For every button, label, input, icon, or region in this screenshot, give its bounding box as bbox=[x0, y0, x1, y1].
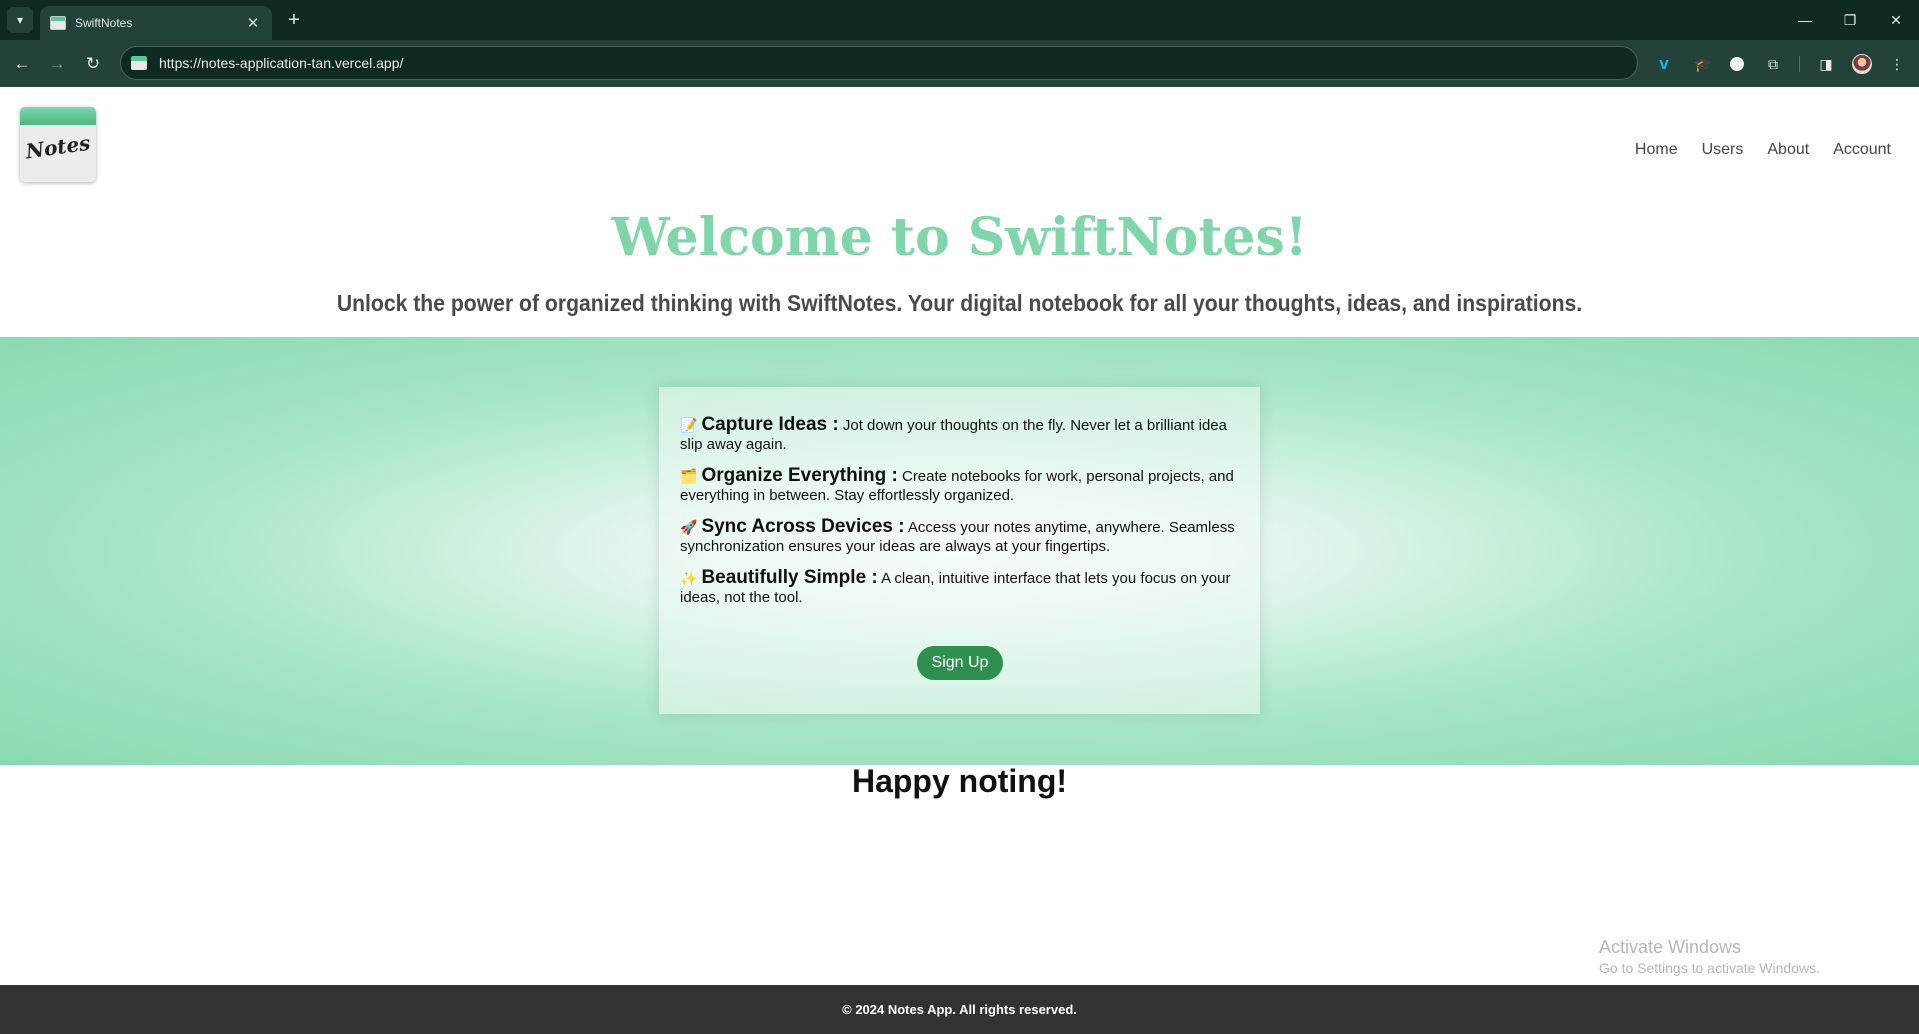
nav-users-link[interactable]: Users bbox=[1702, 141, 1744, 159]
feature-organize-everything: 🗂️ Organize Everything : Create notebooks… bbox=[680, 466, 1240, 505]
close-icon[interactable]: ✕ bbox=[244, 14, 262, 32]
windows-activation-watermark: Activate Windows Go to Settings to activ… bbox=[1599, 937, 1820, 976]
side-panel-icon[interactable]: ◨ bbox=[1815, 53, 1837, 75]
watermark-subtitle: Go to Settings to activate Windows. bbox=[1599, 960, 1820, 976]
plus-icon[interactable]: + bbox=[282, 8, 306, 32]
browser-tab[interactable]: SwiftNotes ✕ bbox=[40, 6, 272, 40]
browser-toolbar: ← → ↻ https://notes-application-tan.verc… bbox=[0, 40, 1919, 87]
feature-title: Beautifully Simple : bbox=[701, 567, 878, 588]
address-bar[interactable]: https://notes-application-tan.vercel.app… bbox=[120, 46, 1638, 80]
nav-account-link[interactable]: Account bbox=[1833, 141, 1891, 159]
arrow-left-icon[interactable]: ← bbox=[9, 51, 35, 77]
closing-message: Happy noting! bbox=[851, 763, 1068, 799]
toolbar-divider bbox=[1799, 56, 1800, 72]
site-info-icon[interactable] bbox=[131, 56, 147, 70]
sign-up-button[interactable]: Sign Up bbox=[917, 646, 1003, 680]
watermark-title: Activate Windows bbox=[1599, 937, 1742, 957]
page: Notes Home Users About Account Welcome t… bbox=[0, 87, 1919, 1034]
reload-icon[interactable]: ↻ bbox=[80, 51, 106, 77]
window-close-icon[interactable]: ✕ bbox=[1885, 9, 1907, 31]
tab-favicon-icon bbox=[50, 16, 66, 30]
browser-tab-bar: ▾ SwiftNotes ✕ + — ❐ ✕ bbox=[0, 0, 1919, 40]
vimeo-icon[interactable]: v bbox=[1653, 53, 1675, 75]
puzzle-icon[interactable]: ⧉ bbox=[1762, 53, 1784, 75]
site-footer: © 2024 Notes App. All rights reserved. bbox=[0, 985, 1919, 1034]
rocket-icon: 🚀 bbox=[680, 519, 698, 535]
logo-text: Notes bbox=[24, 130, 92, 164]
folder-icon: 🗂️ bbox=[680, 468, 698, 484]
minimize-icon[interactable]: — bbox=[1794, 9, 1816, 31]
nav-about-link[interactable]: About bbox=[1767, 141, 1809, 159]
kebab-menu-icon[interactable]: ⋮ bbox=[1886, 53, 1908, 75]
address-url: https://notes-application-tan.vercel.app… bbox=[159, 55, 404, 71]
avatar-icon[interactable] bbox=[1851, 53, 1873, 75]
hero-title: Welcome to SwiftNotes! bbox=[611, 207, 1308, 268]
feature-title: Sync Across Devices : bbox=[701, 516, 905, 537]
main-nav: Home Users About Account bbox=[1635, 141, 1891, 159]
features-card: 📝 Capture Ideas : Jot down your thoughts … bbox=[659, 387, 1260, 714]
arrow-right-icon[interactable]: → bbox=[44, 51, 70, 77]
chevron-down-icon[interactable]: ▾ bbox=[7, 7, 33, 33]
graduation-cap-icon[interactable]: 🎓 bbox=[1692, 53, 1714, 75]
logo-band bbox=[20, 107, 96, 125]
hero-subtitle: Unlock the power of organized thinking w… bbox=[336, 290, 1583, 316]
circle-icon[interactable] bbox=[1726, 53, 1748, 75]
tab-title: SwiftNotes bbox=[75, 16, 133, 30]
memo-icon: 📝 bbox=[680, 417, 698, 433]
sparkles-icon: ✨ bbox=[680, 570, 698, 586]
site-logo[interactable]: Notes bbox=[20, 107, 96, 182]
feature-capture-ideas: 📝 Capture Ideas : Jot down your thoughts … bbox=[680, 415, 1240, 454]
nav-home-link[interactable]: Home bbox=[1635, 141, 1678, 159]
feature-title: Organize Everything : bbox=[701, 465, 898, 486]
restore-icon[interactable]: ❐ bbox=[1839, 9, 1861, 31]
feature-beautifully-simple: ✨ Beautifully Simple : A clean, intuitive… bbox=[680, 568, 1240, 607]
footer-copyright: © 2024 Notes App. All rights reserved. bbox=[842, 1002, 1077, 1017]
features-band: 📝 Capture Ideas : Jot down your thoughts … bbox=[0, 337, 1919, 765]
feature-title: Capture Ideas : bbox=[701, 414, 839, 435]
feature-sync-devices: 🚀 Sync Across Devices : Access your notes… bbox=[680, 517, 1240, 556]
